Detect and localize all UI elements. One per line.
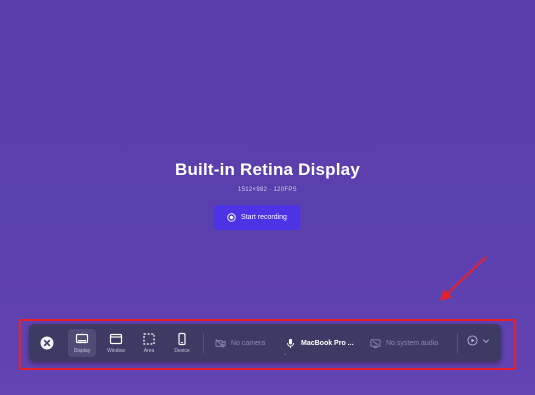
display-icon bbox=[75, 333, 89, 344]
display-resolution: 1512×982 · 120FPS bbox=[238, 187, 297, 193]
mode-device-button[interactable]: Device bbox=[168, 329, 196, 357]
toolbar-divider bbox=[457, 333, 458, 353]
camera-selector[interactable]: No camera bbox=[215, 335, 265, 351]
mode-window-button[interactable]: Window bbox=[102, 329, 130, 357]
record-icon bbox=[227, 213, 236, 222]
recording-toolbar: Display Window Area Device No camera Mac… bbox=[29, 324, 501, 362]
microphone-label: MacBook Pro ... bbox=[301, 339, 354, 347]
microphone-dropdown-chevron-icon[interactable]: ⌄ bbox=[283, 351, 287, 357]
start-recording-label: Start recording bbox=[241, 214, 287, 221]
mode-area-label: Area bbox=[143, 348, 155, 354]
toolbar-divider bbox=[203, 333, 204, 353]
system-audio-selector[interactable]: No system audio bbox=[370, 335, 438, 351]
display-title: Built-in Retina Display bbox=[174, 160, 360, 179]
camera-label: No camera bbox=[231, 339, 266, 347]
camera-off-icon bbox=[215, 338, 226, 348]
start-recording-button[interactable]: Start recording bbox=[214, 205, 300, 230]
window-icon bbox=[109, 333, 123, 345]
mode-area-button[interactable]: Area bbox=[135, 329, 163, 357]
mode-window-label: Window bbox=[107, 348, 125, 354]
chevron-down-icon bbox=[483, 338, 489, 343]
close-icon[interactable] bbox=[40, 336, 54, 350]
microphone-icon bbox=[287, 338, 294, 348]
system-audio-off-icon bbox=[370, 338, 381, 348]
device-icon bbox=[178, 332, 186, 346]
settings-play-icon bbox=[467, 335, 478, 346]
annotation-arrow-icon bbox=[440, 256, 487, 301]
mode-display-button[interactable]: Display bbox=[68, 329, 96, 357]
more-options-button[interactable] bbox=[467, 335, 490, 346]
mode-device-label: Device bbox=[174, 348, 190, 354]
mode-display-label: Display bbox=[73, 348, 91, 354]
microphone-selector[interactable]: MacBook Pro ... bbox=[285, 335, 354, 351]
system-audio-label: No system audio bbox=[386, 339, 439, 347]
area-icon bbox=[143, 333, 155, 345]
